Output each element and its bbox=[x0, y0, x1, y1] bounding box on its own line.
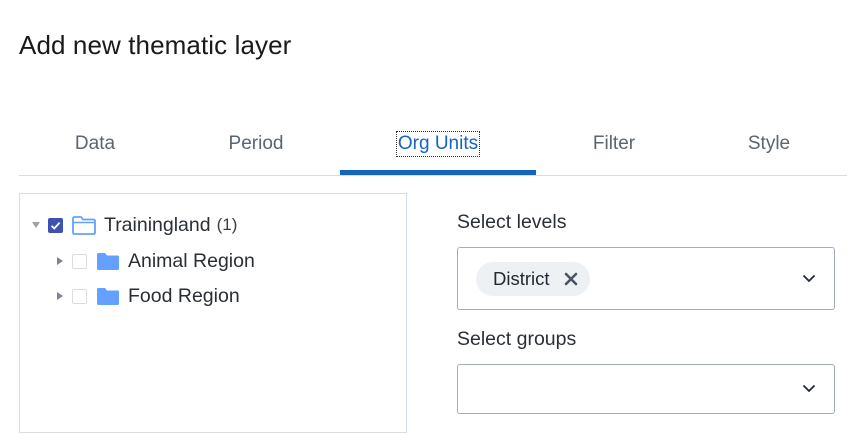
caret-down-icon[interactable] bbox=[32, 221, 40, 229]
tab-filter-label: Filter bbox=[592, 132, 636, 154]
tab-filter[interactable]: Filter bbox=[539, 113, 689, 174]
select-levels-label: Select levels bbox=[457, 211, 567, 233]
folder-icon bbox=[96, 287, 120, 306]
folder-open-icon bbox=[72, 215, 96, 235]
active-tab-indicator bbox=[340, 170, 536, 175]
tree-item-food-region: Food Region bbox=[56, 283, 240, 309]
org-unit-tree: Trainingland (1) Animal Region Food Regi… bbox=[19, 193, 407, 433]
tree-label-animal-region[interactable]: Animal Region bbox=[128, 250, 255, 273]
dialog-title: Add new thematic layer bbox=[19, 30, 292, 60]
select-groups-label: Select groups bbox=[457, 328, 577, 350]
tab-style[interactable]: Style bbox=[694, 113, 844, 174]
tree-checkbox-food-region[interactable] bbox=[72, 288, 87, 304]
caret-right-icon[interactable] bbox=[56, 257, 64, 265]
select-levels-input[interactable]: District bbox=[457, 247, 835, 310]
close-icon[interactable] bbox=[564, 272, 578, 286]
level-chip-district: District bbox=[476, 262, 590, 296]
tab-data[interactable]: Data bbox=[19, 113, 171, 174]
level-chip-label: District bbox=[493, 268, 550, 289]
tab-period[interactable]: Period bbox=[176, 113, 336, 174]
select-groups-input[interactable] bbox=[457, 364, 835, 414]
caret-right-icon[interactable] bbox=[56, 292, 64, 300]
tab-org-units[interactable]: Org Units bbox=[340, 113, 536, 174]
tree-checkbox-animal-region[interactable] bbox=[72, 253, 87, 269]
folder-icon bbox=[96, 252, 120, 271]
tree-count-trainingland: (1) bbox=[216, 215, 238, 234]
tree-item-animal-region: Animal Region bbox=[56, 248, 255, 274]
tab-bar: Data Period Org Units Filter Style bbox=[19, 113, 847, 176]
chevron-down-icon[interactable] bbox=[802, 274, 816, 283]
tab-period-label: Period bbox=[228, 132, 284, 154]
tree-checkbox-trainingland[interactable] bbox=[48, 217, 63, 233]
tab-data-label: Data bbox=[74, 132, 116, 154]
tree-item-trainingland: Trainingland (1) bbox=[32, 212, 237, 238]
tree-label-trainingland[interactable]: Trainingland bbox=[104, 214, 211, 237]
tree-label-food-region[interactable]: Food Region bbox=[128, 285, 240, 308]
chevron-down-icon[interactable] bbox=[802, 384, 816, 393]
tab-org-units-label: Org Units bbox=[395, 130, 481, 157]
tab-style-label: Style bbox=[747, 132, 791, 154]
